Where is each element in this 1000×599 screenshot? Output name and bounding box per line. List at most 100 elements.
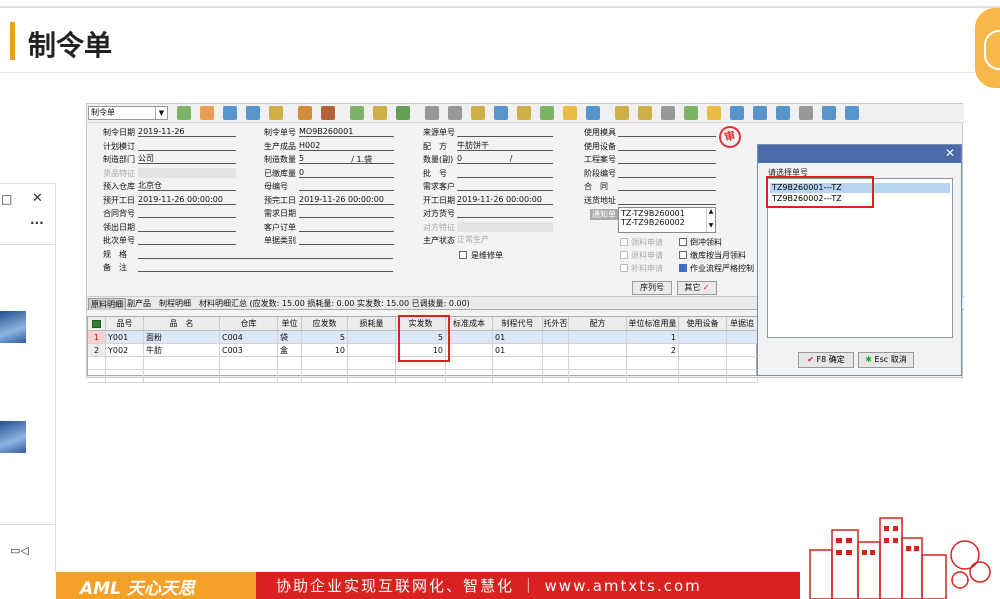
grid-cell-empty[interactable] [88,357,106,370]
bell-icon[interactable] [661,106,675,120]
scrollbar[interactable]: ▲ ▼ [706,208,715,232]
tab-process[interactable]: 制程明细 [157,298,193,310]
grid-cell[interactable] [727,331,758,344]
repair-checkbox[interactable] [459,251,467,259]
field-value[interactable] [138,167,236,178]
option-checkbox[interactable] [620,251,628,259]
field-value[interactable]: 2019-11-26 [138,127,236,137]
other-button[interactable]: 其它 ✓ [677,281,717,295]
grid-cell[interactable]: 10 [302,344,348,357]
search-icon[interactable] [684,106,698,120]
grid-cell[interactable]: C003 [220,344,278,357]
grid-cell-empty[interactable] [144,357,220,370]
ok-button[interactable]: ✔ F8 确定 [798,352,854,368]
doc-type-select[interactable]: 制令单 ▼ [88,106,168,120]
grid-cell-empty[interactable] [302,357,348,370]
grid-cell[interactable] [543,331,569,344]
grid-cell-empty[interactable] [679,357,727,370]
grid-cell-empty[interactable] [278,370,302,383]
close-icon[interactable]: ✕ [945,146,955,160]
grid-cell-empty[interactable] [569,370,627,383]
grid-cell[interactable] [727,344,758,357]
grid-cell[interactable]: 01 [493,331,543,344]
grid-cell-empty[interactable] [144,370,220,383]
field-value[interactable] [138,249,393,259]
notify-list[interactable]: TZ-TZ9B260001 TZ-TZ9B260002 ▲ ▼ [618,207,716,233]
grid-cell-empty[interactable] [88,370,106,383]
field-value[interactable]: 5 [299,154,394,164]
field-value[interactable] [618,141,716,151]
help-icon[interactable] [494,106,508,120]
close-icon[interactable]: ✕ [32,191,43,206]
grid-cell-empty[interactable] [543,357,569,370]
field-value[interactable] [299,208,394,218]
report-icon[interactable] [615,106,629,120]
briefcase-icon[interactable] [298,106,312,120]
briefcase-icon[interactable] [269,106,283,120]
grid-cell-empty[interactable] [106,357,144,370]
field-value[interactable] [457,127,553,137]
lock-icon[interactable] [246,106,260,120]
cart-icon[interactable] [396,106,410,120]
field-value[interactable] [457,181,553,191]
grid-cell-empty[interactable] [396,370,446,383]
field-value[interactable] [138,235,236,245]
grid-cell[interactable] [446,344,493,357]
grid-cell[interactable]: 2 [627,344,679,357]
info-icon[interactable] [540,106,554,120]
grid-cell[interactable]: Y002 [106,344,144,357]
window-icon[interactable] [822,106,836,120]
grid-cell-empty[interactable] [543,370,569,383]
grid-cell[interactable]: 袋 [278,331,302,344]
grid-cell[interactable] [679,331,727,344]
tab-byproducts[interactable]: 副产品 [125,298,153,310]
grid-cell[interactable] [569,331,627,344]
grid-cell[interactable]: C004 [220,331,278,344]
field-value[interactable]: 公司 [138,154,236,164]
field-value[interactable] [457,221,553,232]
grid-cell-empty[interactable] [220,357,278,370]
grid-cell-empty[interactable] [679,370,727,383]
grid-cell-empty[interactable] [627,357,679,370]
grid-cell-empty[interactable] [627,370,679,383]
phone-icon[interactable] [200,106,214,120]
field-value[interactable] [618,154,716,164]
restore-icon[interactable]: □ [1,192,12,206]
notify-item[interactable]: TZ-TZ9B260002 [621,218,685,227]
check-icon[interactable] [177,106,191,120]
option-checkbox[interactable] [679,238,687,246]
field-value[interactable]: 正常生产 [457,235,553,245]
money-bag-icon[interactable] [373,106,387,120]
refresh-icon[interactable] [753,106,767,120]
grid-cell[interactable]: 盒 [278,344,302,357]
close-box-icon[interactable] [799,106,813,120]
grid-cell-empty[interactable] [220,370,278,383]
slide-thumbnail[interactable] [0,311,26,343]
link-icon[interactable] [471,106,485,120]
field-value[interactable] [457,168,553,178]
grid-cell-empty[interactable] [278,357,302,370]
field-value[interactable] [138,208,236,218]
field-value[interactable] [618,181,716,191]
field-value[interactable] [457,208,553,218]
grid-cell[interactable]: 面粉 [144,331,220,344]
mail-icon[interactable] [517,106,531,120]
tree-icon[interactable] [707,106,721,120]
grid-cell-empty[interactable] [348,370,396,383]
window-icon[interactable] [845,106,859,120]
home-icon[interactable] [321,106,335,120]
grid-cell[interactable] [679,344,727,357]
grid-cell[interactable]: 5 [302,331,348,344]
grid-cell[interactable] [348,344,396,357]
tab-materials[interactable]: 原料明细 [88,298,126,310]
field-value[interactable]: 0 [299,168,394,178]
folder-icon[interactable] [586,106,600,120]
field-value[interactable] [138,222,236,232]
screen-icon[interactable] [730,106,744,120]
grid-cell[interactable]: Y001 [106,331,144,344]
option-checkbox[interactable] [620,264,628,272]
serial-button[interactable]: 序列号 [632,281,672,295]
field-value[interactable]: MO9B260001 [299,127,394,137]
more-icon[interactable]: ··· [30,216,44,230]
grid-cell-empty[interactable] [302,370,348,383]
